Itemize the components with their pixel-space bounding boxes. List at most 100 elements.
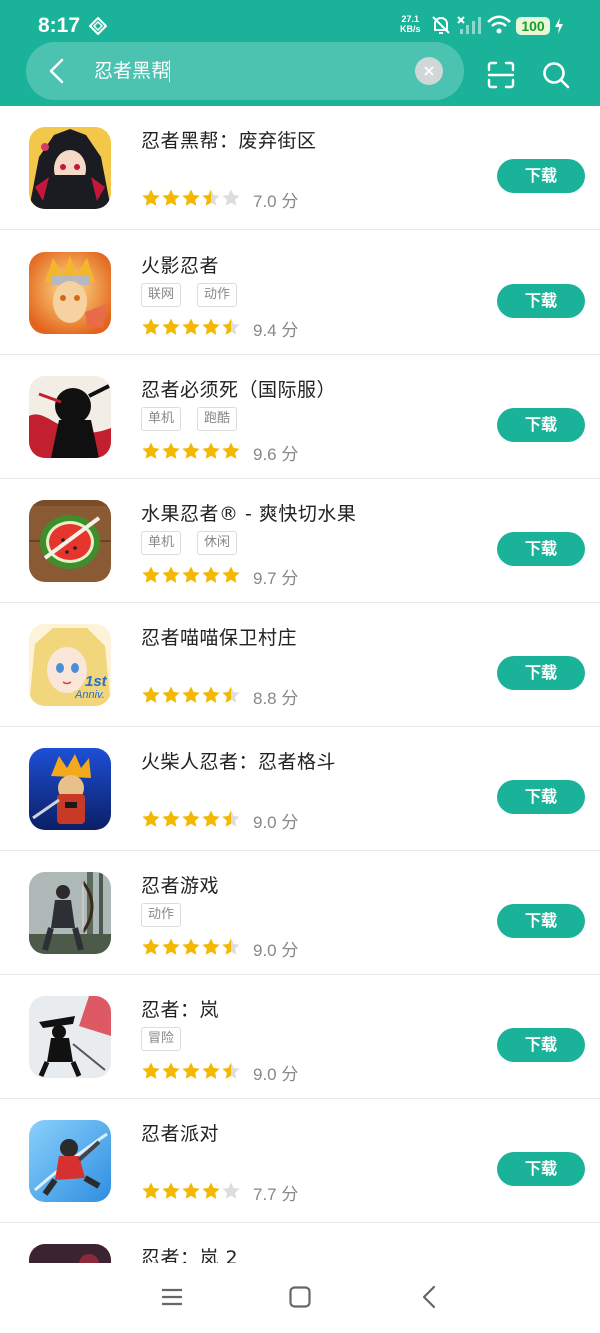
download-button[interactable]: 下载 [497, 1152, 585, 1186]
stickman-ninja-icon[interactable] [29, 748, 111, 830]
status-bar: 8:17 27.1 KB/s 100 [0, 0, 600, 42]
download-button[interactable]: 下载 [497, 408, 585, 442]
star-icon [182, 686, 200, 703]
text-caret [169, 60, 170, 82]
rating-score: 9.0 分 [253, 1065, 299, 1084]
star-icon [162, 1182, 180, 1199]
list-item[interactable]: 火影忍者 联网 动作 9.4 分下载 [0, 231, 600, 355]
home-icon[interactable] [288, 1285, 312, 1309]
star-icon [142, 810, 160, 827]
watermelon-icon[interactable] [29, 500, 111, 582]
download-button[interactable]: 下载 [497, 904, 585, 938]
rating-stars [142, 938, 240, 955]
wifi-icon [487, 15, 511, 34]
search-input[interactable]: 忍者黑帮 [94, 58, 170, 84]
net-speed-unit: KB/s [400, 24, 421, 34]
rating-score: 9.6 分 [253, 445, 299, 464]
download-button[interactable]: 下载 [497, 1028, 585, 1062]
star-icon [222, 1062, 240, 1079]
ninja-girl-icon[interactable] [29, 127, 111, 209]
status-time: 8:17 [38, 14, 81, 37]
rating-score: 7.0 分 [253, 192, 299, 211]
clear-search-button[interactable] [415, 57, 443, 85]
anniversary-text-2: Anniv. [74, 689, 105, 701]
app-title: 火柴人忍者：忍者格斗 [141, 751, 337, 773]
close-icon [424, 66, 434, 76]
star-icon [162, 189, 180, 206]
download-button[interactable]: 下载 [497, 159, 585, 193]
list-item[interactable]: 忍者黑帮：废弃街区 7.0 分 下载 [0, 106, 600, 230]
star-icon [202, 938, 220, 955]
tag-list: 单机 跑酷 [141, 407, 253, 433]
list-item[interactable]: 忍者派对 7.7 分 下载 [0, 1099, 600, 1223]
list-item[interactable]: 忍者必须死（国际服） 单机 跑酷 9.6 分下载 [0, 355, 600, 479]
party-ninja-icon[interactable] [29, 1120, 111, 1202]
star-icon [182, 1182, 200, 1199]
star-icon [222, 318, 240, 335]
rating-score: 8.8 分 [253, 689, 299, 708]
rating-score: 9.0 分 [253, 941, 299, 960]
shadow-ninja-icon[interactable] [29, 996, 111, 1078]
category-tag: 休闲 [197, 531, 238, 555]
star-icon [182, 1062, 200, 1079]
rating-stars [142, 686, 240, 703]
archer-ninja-icon[interactable] [29, 872, 111, 954]
ninja-must-die-icon[interactable] [29, 376, 111, 458]
star-icon [142, 318, 160, 335]
star-icon [202, 442, 220, 459]
rating-score: 9.7 分 [253, 569, 299, 588]
star-icon [222, 189, 240, 206]
star-icon [142, 938, 160, 955]
net-speed: 27.1 KB/s [400, 14, 421, 34]
download-button[interactable]: 下载 [497, 284, 585, 318]
signal-icon [457, 16, 481, 34]
menu-icon[interactable] [160, 1285, 184, 1309]
charging-icon [555, 18, 563, 34]
diamond-icon [89, 17, 107, 35]
star-icon [202, 1062, 220, 1079]
list-item[interactable]: 水果忍者® - 爽快切水果 单机 休闲 9.7 分下载 [0, 479, 600, 603]
star-icon [142, 442, 160, 459]
star-icon [182, 566, 200, 583]
bell-muted-icon [432, 16, 450, 34]
search-icon[interactable] [541, 60, 571, 90]
star-icon [182, 938, 200, 955]
rating-stars [142, 189, 240, 206]
nav-back-icon[interactable] [418, 1285, 442, 1309]
star-icon [162, 810, 180, 827]
list-item[interactable]: 忍者游戏 动作 9.0 分 下载 [0, 851, 600, 975]
star-icon [142, 1062, 160, 1079]
list-item[interactable]: 忍者：岚 2 [0, 1223, 600, 1263]
download-button[interactable]: 下载 [497, 780, 585, 814]
star-icon [222, 686, 240, 703]
anime-girl-icon[interactable]: 1st Anniv. [29, 624, 111, 706]
star-icon [182, 442, 200, 459]
star-icon [162, 938, 180, 955]
battery-level: 100 [516, 17, 550, 35]
star-icon [182, 189, 200, 206]
search-results-list[interactable]: 忍者黑帮：废弃街区 7.0 分下载 火影忍者 联网 动作 9.4 分下载 忍者必须死（国际服… [0, 106, 600, 1263]
scan-icon[interactable] [486, 60, 516, 90]
download-button[interactable]: 下载 [497, 532, 585, 566]
list-item[interactable]: 火柴人忍者：忍者格斗 9.0 分 下载 [0, 727, 600, 851]
shadow-ninja-2-icon[interactable] [29, 1244, 111, 1263]
app-title: 忍者：岚 2 [141, 1247, 239, 1263]
rating-stars [142, 566, 240, 583]
list-item[interactable]: 忍者：岚冒险 9.0 分 下载 [0, 975, 600, 1099]
star-icon [222, 566, 240, 583]
app-title: 忍者：岚 [141, 999, 220, 1021]
app-title: 忍者游戏 [141, 875, 220, 897]
star-icon [222, 810, 240, 827]
rating-stars [142, 1182, 240, 1199]
list-item[interactable]: 1st Anniv. 忍者喵喵保卫村庄 8.8 分 下载 [0, 603, 600, 727]
rating-score: 9.4 分 [253, 321, 299, 340]
star-icon [202, 810, 220, 827]
star-icon [182, 318, 200, 335]
tag-list: 单机 休闲 [141, 531, 253, 557]
back-arrow-icon[interactable] [44, 56, 70, 86]
download-button[interactable]: 下载 [497, 656, 585, 690]
category-tag: 联网 [141, 283, 182, 307]
tag-list: 冒险 [141, 1027, 197, 1053]
naruto-icon[interactable] [29, 252, 111, 334]
star-icon [222, 938, 240, 955]
